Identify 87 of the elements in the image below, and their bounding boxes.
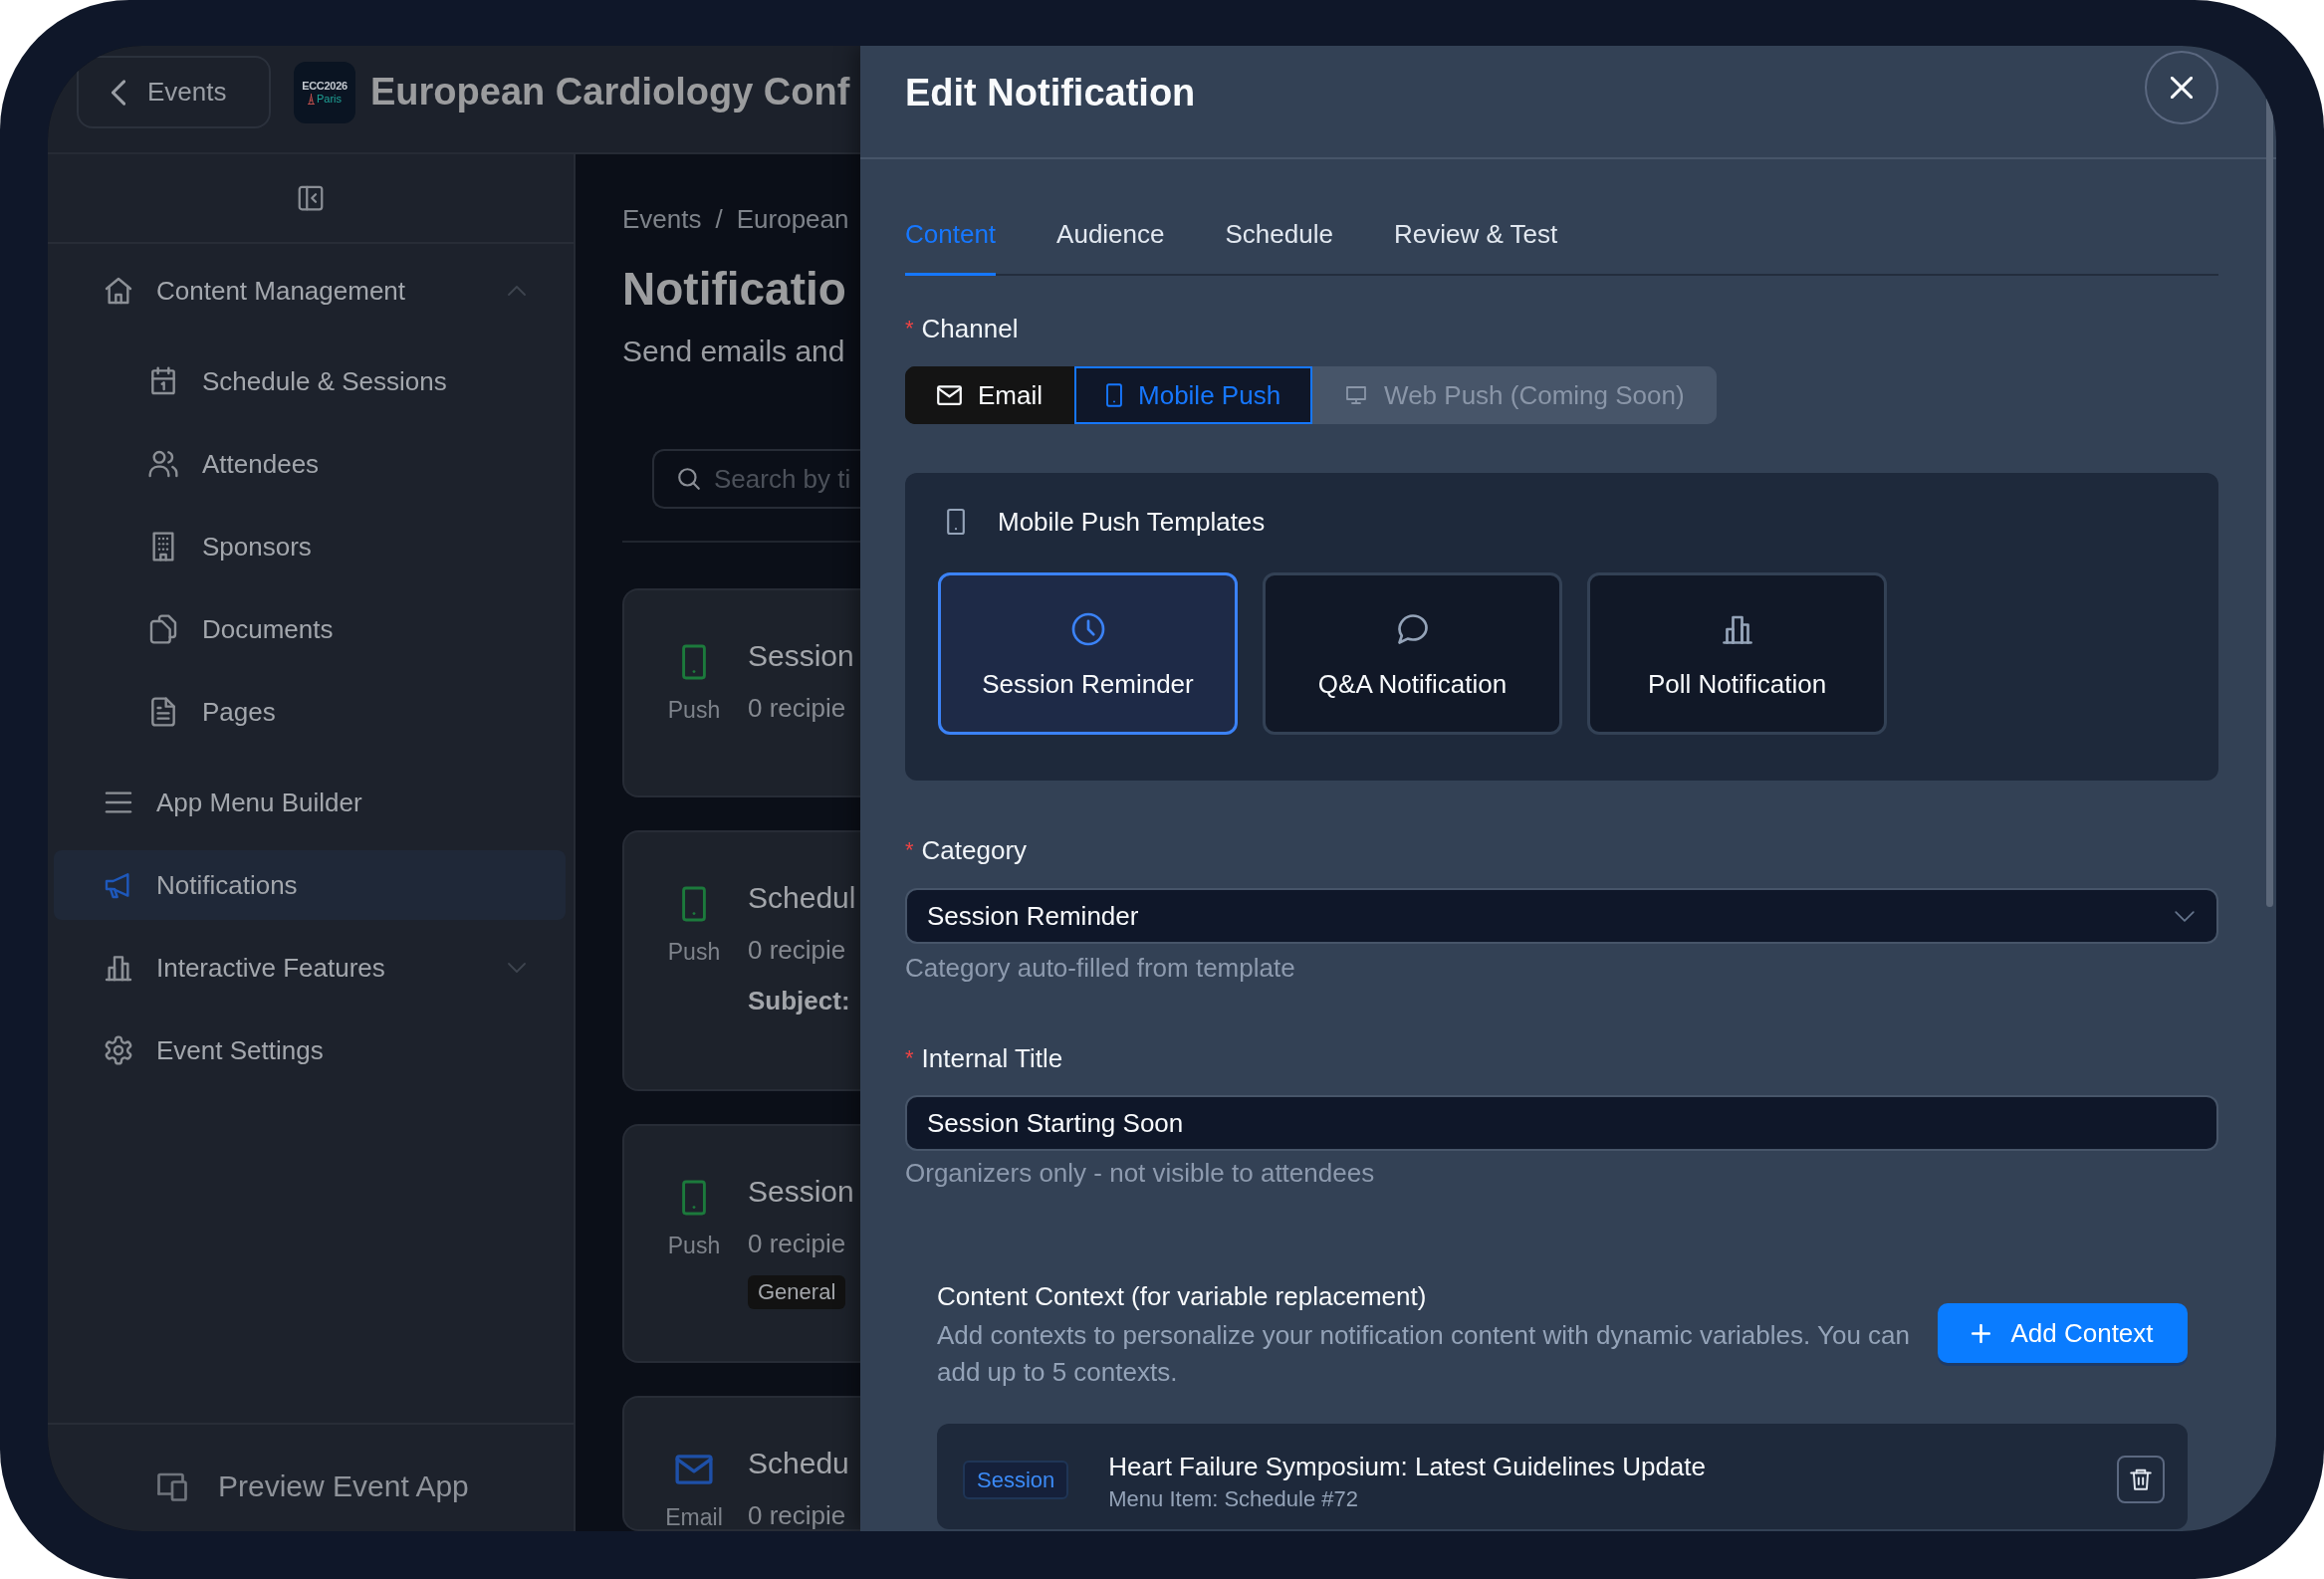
logo-text: ECC2026 — [302, 79, 348, 93]
logo-text: Paris — [316, 92, 343, 106]
required-mark: * — [905, 315, 914, 342]
notification-card[interactable]: Email Schedu 0 recipie — [622, 1396, 860, 1531]
close-icon — [2171, 77, 2193, 99]
channel-label: Push — [667, 938, 721, 966]
search-icon — [676, 466, 702, 492]
context-title: Heart Failure Symposium: Latest Guidelines Update — [1108, 1451, 1706, 1482]
delete-button[interactable] — [2117, 1456, 2165, 1503]
chevron-down-icon — [2175, 910, 2195, 922]
template-option[interactable]: Poll Notification — [1587, 572, 1887, 735]
template-option[interactable]: Session Reminder — [938, 572, 1238, 735]
page-subtitle: Send emails and — [622, 334, 846, 369]
help-text: Category auto-filled from template — [905, 953, 1296, 983]
close-button[interactable] — [2145, 51, 2218, 124]
documents-icon — [147, 613, 179, 645]
panel-title: Mobile Push Templates — [998, 507, 1266, 537]
notification-title: Schedu — [748, 1446, 849, 1481]
event-title: European Cardiology Conf — [370, 71, 850, 113]
chevron-left-icon — [112, 79, 125, 106]
recipient-count: 0 recipie — [748, 1499, 846, 1531]
notification-title: Session — [748, 638, 854, 674]
section-description: Add contexts to personalize your notification content with dynamic variables. You can add up to 5 contexts. — [937, 1319, 1912, 1389]
tower-icon — [307, 93, 315, 105]
page-title: Notificatio — [622, 262, 847, 316]
tab[interactable]: Audience — [1056, 209, 1165, 276]
trash-icon — [2128, 1466, 2154, 1492]
nav-item[interactable]: Attendees — [54, 429, 566, 499]
input-field[interactable]: Session Starting Soon — [905, 1095, 2218, 1151]
context-subtitle: Menu Item: Schedule #72 — [1108, 1485, 1358, 1513]
notification-card[interactable]: Push Schedul 0 recipie Subject: — [622, 830, 860, 1091]
category-select[interactable]: Session Reminder — [905, 888, 2218, 944]
users-icon — [147, 448, 179, 480]
channel-label: Email — [665, 1503, 723, 1531]
recipient-count: 0 recipie — [748, 934, 846, 966]
tab[interactable]: Review & Test — [1393, 209, 1558, 276]
category-tag: General — [748, 1275, 846, 1309]
nav-item[interactable]: Documents — [54, 594, 566, 664]
plus-icon — [1972, 1323, 1991, 1343]
clock-icon — [1069, 611, 1106, 647]
phone-icon — [682, 1180, 706, 1216]
monitor-icon — [1344, 383, 1369, 407]
template-option[interactable]: Q&A Notification — [1263, 572, 1562, 735]
breadcrumb-link[interactable]: Events — [622, 204, 702, 234]
notification-card[interactable]: Push Session 0 recipie — [622, 588, 860, 797]
mail-icon — [937, 385, 962, 405]
subject-label: Subject: — [748, 985, 850, 1016]
field-label: Category — [921, 835, 1028, 865]
mail-icon — [675, 1455, 713, 1484]
home-icon — [103, 275, 134, 307]
phone-icon — [947, 508, 965, 536]
notification-card[interactable]: Push Session 0 recipie General — [622, 1124, 860, 1363]
nav-item[interactable]: App Menu Builder — [54, 768, 566, 837]
notification-title: Schedul — [748, 880, 856, 916]
help-text: Organizers only - not visible to attendees — [905, 1158, 1376, 1188]
drawer-title: Edit Notification — [905, 71, 1196, 115]
required-mark: * — [905, 836, 914, 864]
nav-item[interactable]: Sponsors — [54, 512, 566, 581]
section-title: Content Context (for variable replacement) — [937, 1281, 1428, 1311]
preview-app-button[interactable]: Preview Event App — [154, 1468, 469, 1504]
nav-item[interactable]: Schedule & Sessions — [54, 346, 566, 416]
add-context-button[interactable]: Add Context — [1938, 1303, 2188, 1363]
field-label: Channel — [921, 314, 1019, 343]
recipient-count: 0 recipie — [748, 692, 846, 724]
field-label: Internal Title — [921, 1043, 1063, 1073]
nav-item[interactable]: Content Management — [54, 256, 566, 326]
recipient-count: 0 recipie — [748, 1228, 846, 1259]
context-tag: Session — [963, 1461, 1069, 1499]
sidebar-collapse-icon[interactable] — [296, 183, 326, 213]
nav-item[interactable]: Event Settings — [54, 1015, 566, 1085]
phone-icon — [1106, 383, 1122, 407]
channel-option[interactable]: Mobile Push — [1074, 366, 1313, 424]
back-button[interactable]: Events — [77, 56, 271, 128]
breadcrumb-separator: / — [715, 204, 723, 234]
nav-item[interactable]: Notifications — [54, 850, 566, 920]
nav-item[interactable]: Pages — [54, 677, 566, 747]
gear-icon — [103, 1034, 134, 1066]
channel-label: Push — [667, 696, 721, 724]
breadcrumb-link[interactable]: European — [736, 204, 849, 234]
phone-icon — [682, 644, 706, 680]
tab[interactable]: Schedule — [1225, 209, 1333, 276]
channel-option[interactable]: Email — [905, 366, 1074, 424]
notification-title: Session — [748, 1174, 854, 1210]
phone-icon — [682, 886, 706, 922]
required-mark: * — [905, 1044, 914, 1072]
nav-item[interactable]: Interactive Features — [54, 933, 566, 1003]
channel-label: Push — [667, 1232, 721, 1259]
